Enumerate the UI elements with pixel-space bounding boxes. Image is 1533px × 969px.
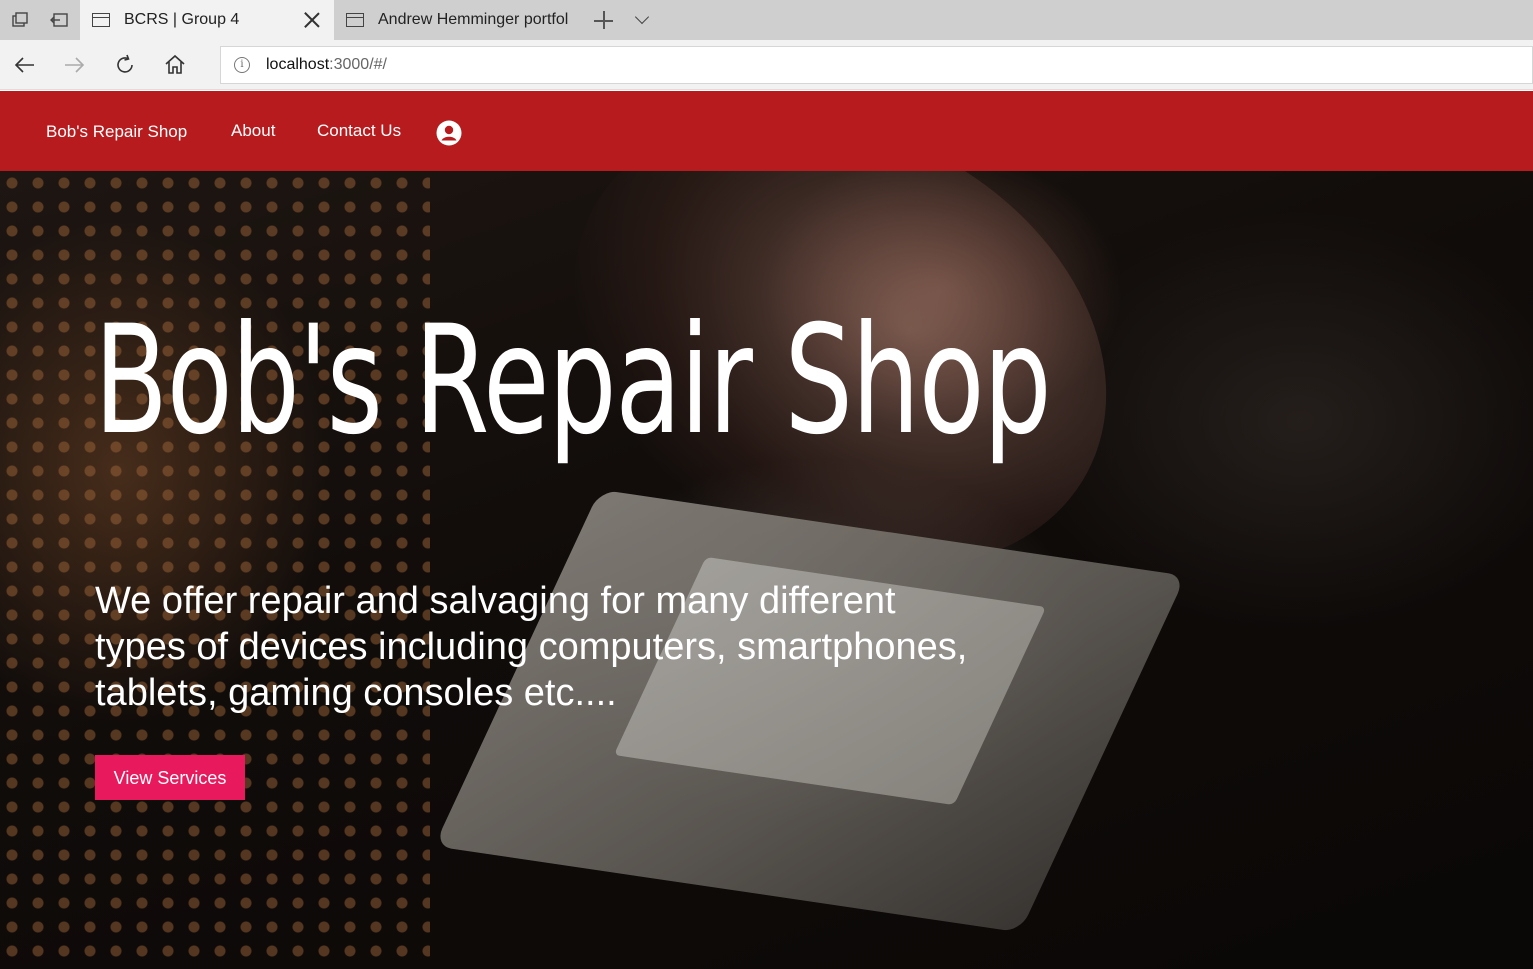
refresh-icon[interactable] [112,52,138,78]
tab-label: Andrew Hemminger portfol [378,11,569,28]
nav-contact-link[interactable]: Contact Us [317,121,401,141]
page-favicon-icon [92,13,110,27]
address-bar[interactable]: i localhost:3000/#/ [220,46,1533,84]
set-tabs-aside-icon[interactable] [49,9,71,31]
hero-title: Bob's Repair Shop [94,294,1052,468]
close-tab-icon[interactable] [304,12,320,28]
back-arrow-icon[interactable] [12,52,38,78]
site-info-icon[interactable]: i [234,57,250,73]
nav-brand-link[interactable]: Bob's Repair Shop [46,122,187,142]
page-favicon-icon [346,13,364,27]
forward-arrow-icon[interactable] [61,52,87,78]
view-services-button[interactable]: View Services [95,755,245,800]
url-text: localhost:3000/#/ [266,56,387,73]
tab-bcrs[interactable]: BCRS | Group 4 [80,0,334,40]
new-tab-plus-icon[interactable] [592,9,616,31]
browser-tab-strip: BCRS | Group 4 Andrew Hemminger portfol [0,0,1533,40]
home-icon[interactable] [162,52,188,78]
site-navbar: Bob's Repair Shop About Contact Us [0,91,1533,171]
tab-actions-icon[interactable] [9,9,31,31]
hero-description: We offer repair and salvaging for many d… [95,580,968,714]
browser-toolbar: i localhost:3000/#/ [0,40,1533,90]
hero-section: Bob's Repair Shop We offer repair and sa… [0,171,1533,969]
nav-about-link[interactable]: About [231,121,275,141]
chevron-down-icon[interactable] [633,8,653,28]
tab-portfolio[interactable]: Andrew Hemminger portfol [334,0,584,40]
tab-label: BCRS | Group 4 [124,11,240,28]
account-circle-icon[interactable] [436,120,462,146]
